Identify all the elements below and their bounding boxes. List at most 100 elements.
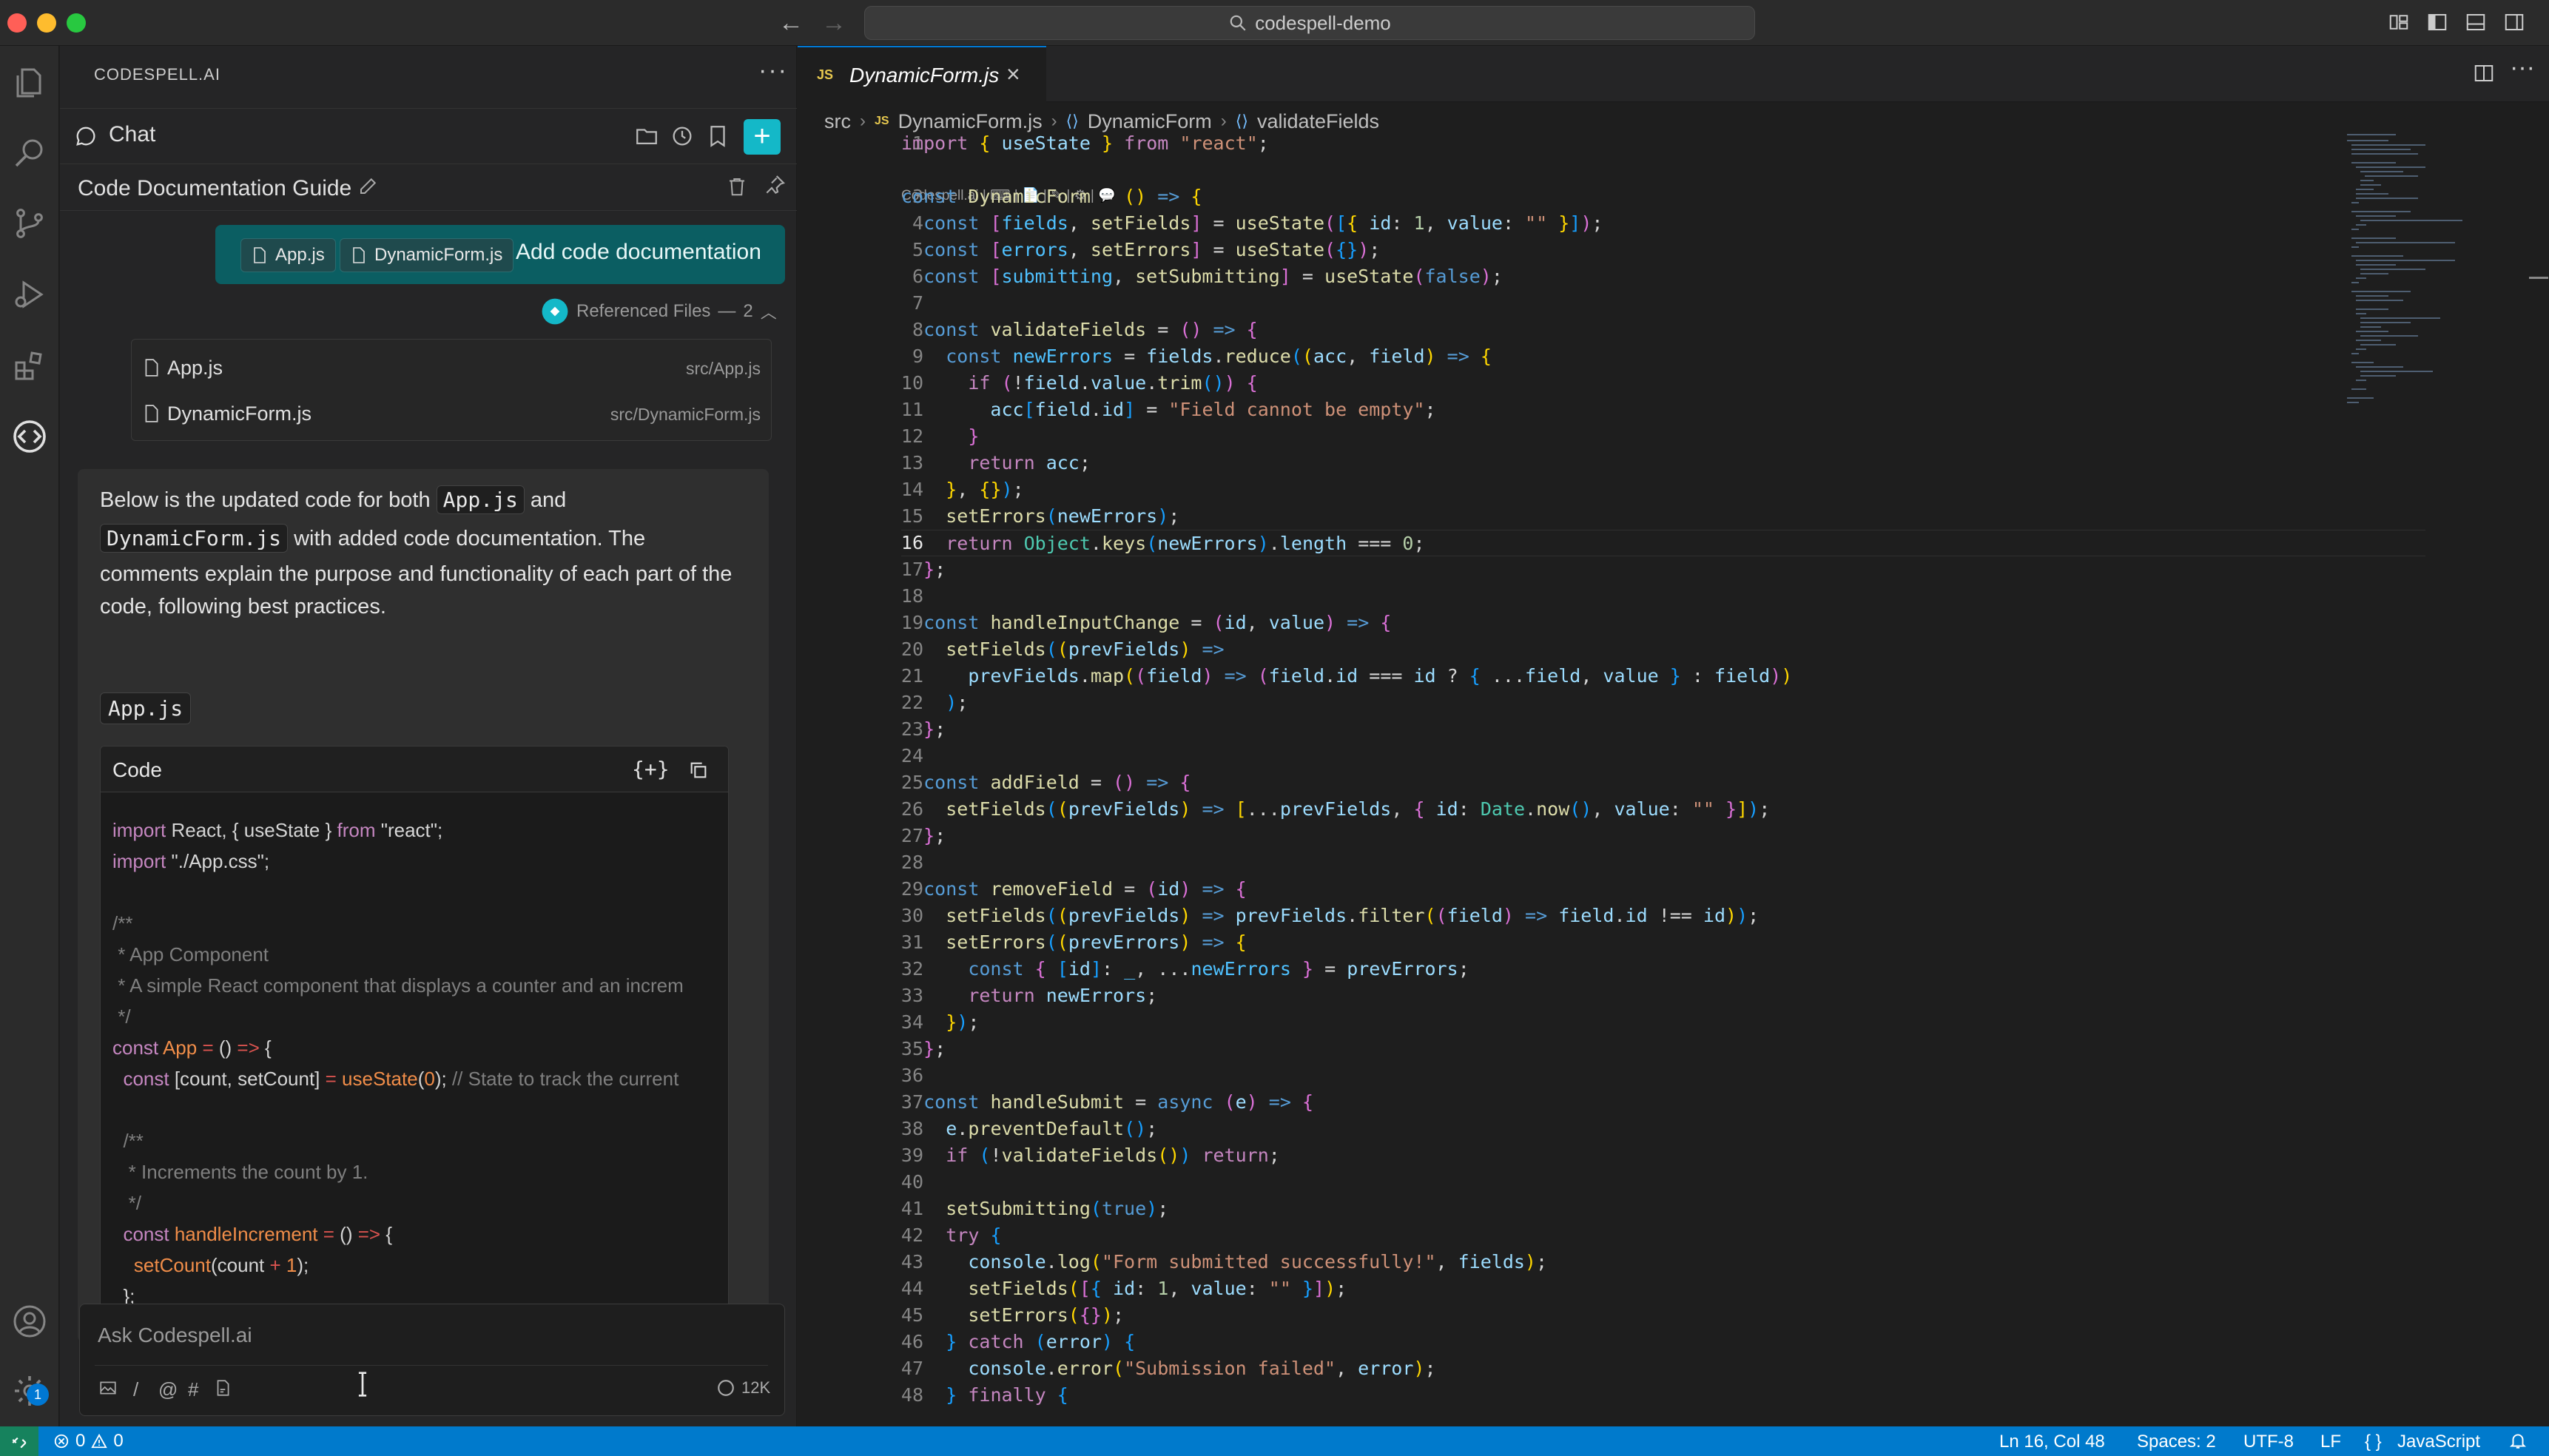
bookmark-icon[interactable]: [705, 124, 730, 149]
remote-indicator-button[interactable]: [0, 1426, 38, 1456]
code-block-title: Code: [112, 758, 162, 781]
referenced-files-list: App.js src/App.js DynamicForm.js src/Dyn…: [131, 339, 772, 441]
language-mode[interactable]: JavaScript: [2397, 1432, 2480, 1452]
referenced-file-path: src/DynamicForm.js: [610, 405, 761, 424]
assistant-response: Below is the updated code for both App.j…: [78, 469, 769, 1342]
divider: [95, 1365, 768, 1366]
breadcrumb-item-function[interactable]: validateFields: [1257, 110, 1379, 133]
toggle-primary-sidebar-icon[interactable]: [2425, 11, 2449, 33]
referenced-file-name: DynamicForm.js: [167, 402, 312, 425]
minimap[interactable]: [2344, 130, 2477, 456]
javascript-file-icon: JS: [817, 67, 834, 82]
response-text: Below is the updated code for both App.j…: [100, 481, 751, 623]
notification-bell-icon[interactable]: [2508, 1431, 2528, 1450]
breadcrumb-item-component[interactable]: DynamicForm: [1088, 110, 1212, 133]
history-icon[interactable]: [670, 124, 695, 149]
editor-tab-bar: JS DynamicForm.js × ···: [798, 46, 2549, 102]
chat-input-box: / @ # 12K: [79, 1304, 785, 1416]
folder-icon[interactable]: [634, 124, 659, 149]
indentation[interactable]: Spaces: 2: [2137, 1432, 2216, 1452]
code-block-content: import React, { useState } from "react";…: [112, 819, 684, 1307]
referenced-file-app-js[interactable]: App.js: [144, 351, 223, 384]
insert-code-icon[interactable]: {+}: [632, 757, 670, 781]
copy-icon[interactable]: [688, 760, 709, 781]
symbol-icon: ⟨⟩: [1065, 112, 1079, 130]
settings-badge: 1: [27, 1383, 49, 1406]
user-message-text: Add code documentation: [516, 240, 761, 264]
warning-count: 0: [113, 1431, 124, 1451]
tab-dynamicform-js[interactable]: JS DynamicForm.js ×: [798, 46, 1046, 102]
close-window-button[interactable]: [7, 13, 27, 33]
code-block-header: Code {+}: [101, 746, 728, 792]
extensions-icon[interactable]: [9, 345, 50, 386]
referenced-file-dynamicform-js[interactable]: DynamicForm.js: [144, 397, 312, 430]
referenced-file-name: App.js: [167, 356, 223, 379]
explorer-icon[interactable]: [9, 62, 50, 104]
ask-codespell-input[interactable]: [98, 1319, 734, 1352]
toggle-secondary-sidebar-icon[interactable]: [2502, 11, 2526, 33]
file-chip-app-js[interactable]: App.js: [240, 238, 336, 272]
forward-arrow-icon[interactable]: →: [821, 9, 846, 37]
hash-button[interactable]: #: [188, 1378, 198, 1401]
account-icon[interactable]: [9, 1301, 50, 1342]
chevron-right-icon: ›: [1051, 111, 1057, 131]
run-debug-icon[interactable]: [9, 274, 50, 315]
file-name-badge: App.js: [100, 692, 192, 724]
codespell-side-panel: CODESPELL.AI ··· Chat + Code Documentati…: [60, 46, 797, 1426]
mention-button[interactable]: @: [158, 1378, 178, 1401]
referenced-files-label: Referenced Files: [576, 301, 711, 321]
codespell-logo-icon: [542, 298, 568, 325]
javascript-file-icon: JS: [875, 115, 889, 127]
source-control-icon[interactable]: [9, 203, 50, 244]
cursor-position[interactable]: Ln 16, Col 48: [1999, 1432, 2105, 1452]
command-center-search[interactable]: codespell-demo: [864, 6, 1755, 40]
referenced-file-path: src/App.js: [686, 359, 761, 378]
file-chip-dynamicform-js[interactable]: DynamicForm.js: [340, 238, 514, 272]
breadcrumb-item-file[interactable]: DynamicForm.js: [898, 110, 1043, 133]
symbol-icon: ⟨⟩: [1235, 112, 1248, 130]
slash-command-button[interactable]: /: [133, 1378, 138, 1401]
file-icon: [254, 247, 266, 263]
divider: [60, 210, 797, 211]
command-center-title: codespell-demo: [1255, 11, 1391, 34]
more-actions-icon[interactable]: ···: [758, 56, 788, 85]
search-icon[interactable]: [9, 132, 50, 173]
pin-icon[interactable]: [763, 173, 787, 197]
breadcrumb-item-src[interactable]: src: [824, 110, 851, 133]
split-editor-icon[interactable]: [2471, 62, 2496, 84]
code-block: Code {+} import React, { useState } from…: [100, 746, 729, 1342]
new-chat-button[interactable]: +: [744, 119, 781, 155]
editor-more-actions-icon[interactable]: ···: [2510, 53, 2535, 81]
file-chip-label: App.js: [275, 245, 325, 265]
codespell-icon[interactable]: [9, 416, 50, 457]
maximize-window-button[interactable]: [67, 13, 86, 33]
problems-indicator[interactable]: 0 0: [53, 1431, 124, 1452]
code-content[interactable]: import { useState } from "react"; const D…: [901, 130, 2425, 1409]
attach-file-icon[interactable]: [213, 1378, 232, 1398]
panel-title: CODESPELL.AI: [94, 65, 220, 84]
chevron-right-icon: ›: [1220, 111, 1227, 131]
file-icon: [145, 405, 158, 422]
error-icon: [54, 1434, 69, 1449]
image-attach-icon[interactable]: [98, 1378, 118, 1398]
trash-icon[interactable]: [726, 175, 748, 198]
inline-code: DynamicForm.js: [100, 524, 289, 553]
file-icon: [353, 247, 365, 263]
chat-label: Chat: [109, 122, 156, 146]
error-count: 0: [75, 1431, 86, 1451]
search-icon: [1230, 15, 1246, 31]
token-count-label: 12K: [741, 1378, 771, 1397]
back-arrow-icon[interactable]: ←: [778, 9, 804, 37]
conversation-title: Code Documentation Guide: [78, 176, 352, 200]
activity-bar: 1: [0, 46, 59, 1426]
customize-layout-icon[interactable]: [2387, 11, 2411, 33]
minimize-window-button[interactable]: [37, 13, 56, 33]
response-text-part: with added code documentation. The: [294, 527, 646, 550]
end-of-line[interactable]: LF: [2320, 1432, 2341, 1452]
tab-label: DynamicForm.js: [849, 64, 1000, 87]
edit-title-icon[interactable]: [357, 175, 380, 197]
close-tab-icon[interactable]: ×: [1006, 61, 1020, 88]
referenced-files-toggle[interactable]: Referenced Files — 2 ︿: [541, 297, 777, 326]
toggle-panel-icon[interactable]: [2464, 11, 2488, 33]
encoding[interactable]: UTF-8: [2243, 1432, 2294, 1452]
